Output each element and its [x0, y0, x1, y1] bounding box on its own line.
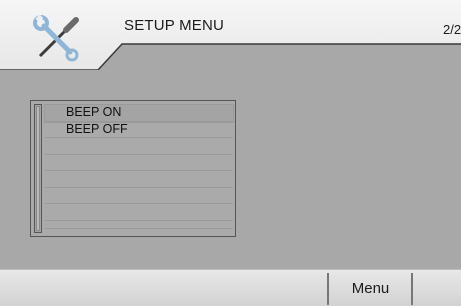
page-title: SETUP MENU [124, 17, 225, 34]
list-item-empty [45, 204, 233, 221]
list-item-empty [45, 221, 233, 229]
list-item-empty [45, 138, 233, 155]
list-item-empty [45, 171, 233, 188]
list-item-empty [45, 188, 233, 204]
list-item-empty [45, 155, 233, 171]
footer-divider [327, 273, 329, 305]
list-item-beep-off[interactable]: BEEP OFF [45, 122, 233, 138]
list-item-beep-on[interactable]: BEEP ON [44, 104, 234, 123]
footer-divider [411, 273, 413, 305]
screen: SETUP MENU 2/2 BEEP ON BEEP OFF Menu [0, 0, 461, 306]
wrench-screwdriver-icon[interactable] [26, 12, 86, 64]
page-indicator: 2/2 [443, 22, 461, 37]
menu-list-panel: BEEP ON BEEP OFF [30, 100, 236, 237]
scrollbar[interactable] [34, 104, 42, 233]
menu-list: BEEP ON BEEP OFF [44, 104, 234, 229]
menu-button[interactable]: Menu [331, 274, 410, 304]
footer-bar: Menu [0, 269, 461, 306]
scrollbar-thumb[interactable] [36, 106, 40, 231]
